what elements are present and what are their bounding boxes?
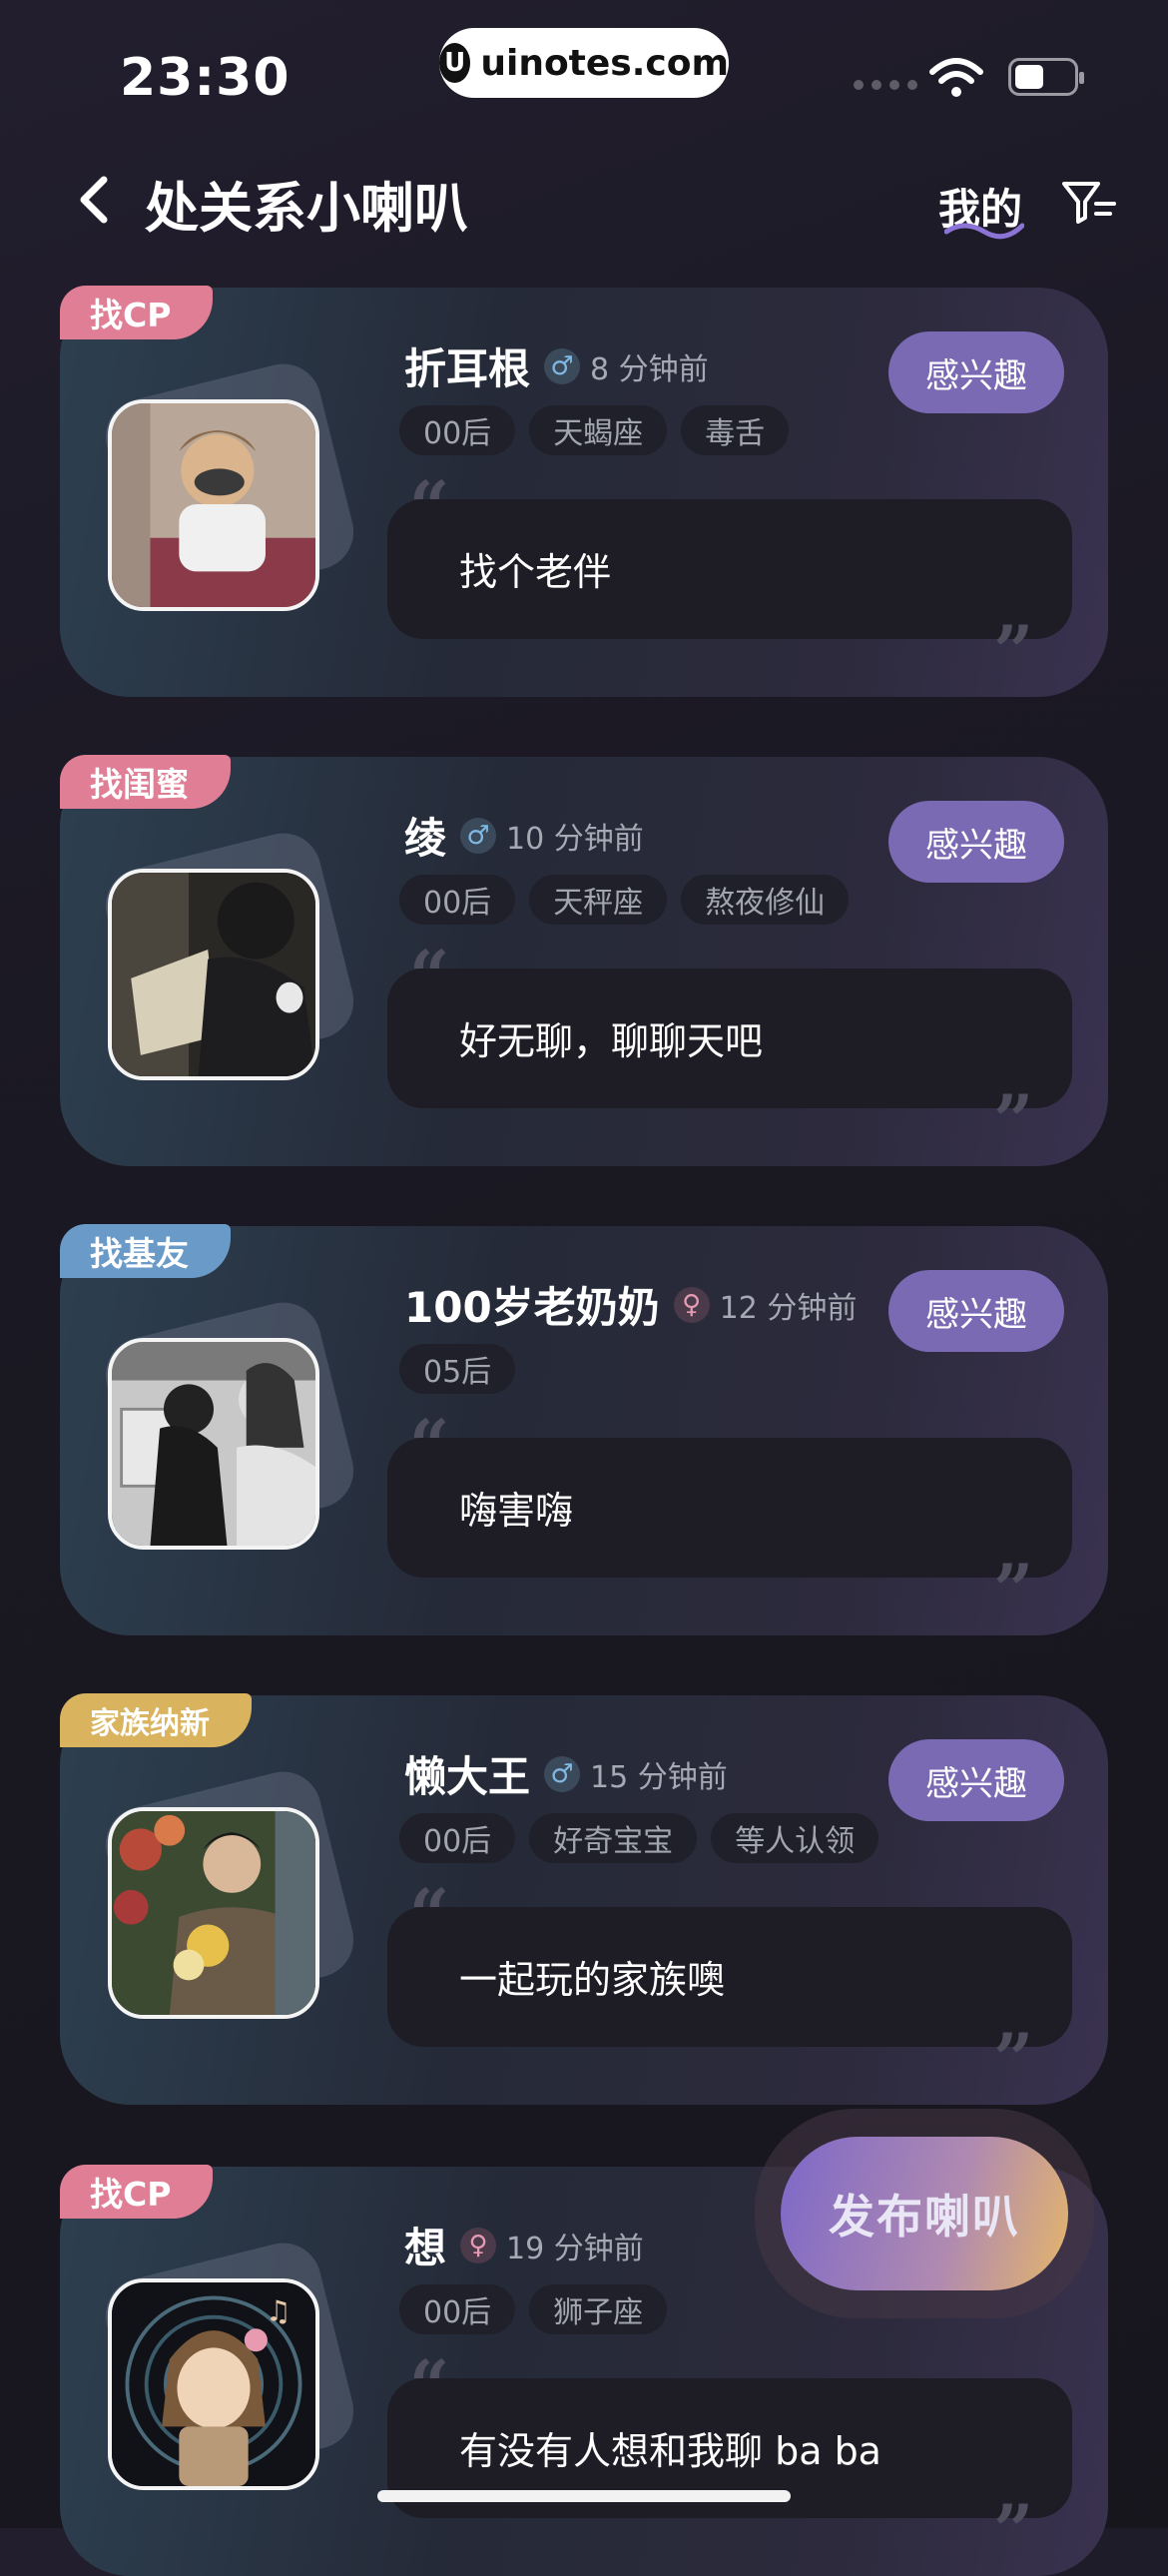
user-info: 折耳根 ♂ 8 分钟前 <box>404 335 709 396</box>
avatar-image <box>112 1342 315 1546</box>
user-info: 懒大王 ♂ 15 分钟前 <box>404 1743 728 1804</box>
tag-pill: 00后 <box>399 1813 516 1863</box>
chevron-left-icon[interactable] <box>70 172 120 228</box>
tag-pill: 00后 <box>399 2284 516 2334</box>
watermark-logo-icon: U <box>439 43 471 83</box>
post-time: 10 分钟前 <box>506 821 644 857</box>
tag-pill: 00后 <box>399 405 516 455</box>
post-time: 15 分钟前 <box>590 1759 728 1795</box>
user-name[interactable]: 想 <box>404 2215 446 2275</box>
post-tag: 家族纳新 <box>60 1693 252 1747</box>
close-quote-icon: ” <box>993 2489 1034 2572</box>
avatar-image <box>112 1811 315 2015</box>
male-icon: ♂ <box>544 347 581 384</box>
post-card[interactable]: 找CP 折耳根 ♂ 8 分钟前 00后 天蝎座 毒舌 感兴趣 “ 找个老伴 ” <box>60 286 1108 697</box>
interest-button[interactable]: 感兴趣 <box>888 801 1064 883</box>
female-icon: ♀ <box>460 2227 497 2263</box>
tag-pill: 毒舌 <box>681 405 790 455</box>
open-quote-icon: “ <box>409 1873 450 1956</box>
battery-icon <box>1008 58 1084 96</box>
avatar[interactable] <box>108 1338 319 1550</box>
user-info: 100岁老奶奶 ♀ 12 分钟前 <box>404 1274 857 1335</box>
post-card[interactable]: 找基友 100岁老奶奶 ♀ 12 分钟前 05后 感兴趣 “ 嗨害嗨 ” <box>60 1224 1108 1635</box>
post-message: 嗨害嗨 <box>459 1489 574 1533</box>
filter-icon[interactable] <box>1058 174 1118 230</box>
post-tag: 找CP <box>60 2165 214 2219</box>
svg-text:♫: ♫ <box>266 2293 292 2327</box>
tag-pill: 熬夜修仙 <box>681 875 850 925</box>
close-quote-icon: ” <box>993 1079 1034 1162</box>
post-time: 12 分钟前 <box>719 1290 858 1326</box>
open-quote-icon: “ <box>409 935 450 1017</box>
post-card[interactable]: 家族纳新 懒大王 ♂ 15 分钟前 00后 好奇宝宝 等人认领 感兴趣 “ 一起… <box>60 1693 1108 2105</box>
open-quote-icon: “ <box>409 2344 450 2427</box>
watermark-badge: U uinotes.com <box>439 28 729 98</box>
tag-list: 00后 天秤座 熬夜修仙 <box>399 875 850 925</box>
user-name[interactable]: 100岁老奶奶 <box>404 1274 660 1335</box>
wifi-icon <box>929 58 983 97</box>
home-indicator <box>377 2490 791 2502</box>
swash-decoration <box>944 223 1024 240</box>
user-info: 绫 ♂ 10 分钟前 <box>404 805 644 866</box>
post-message: 一起玩的家族噢 <box>459 1958 726 2002</box>
tag-list: 00后 狮子座 <box>399 2284 668 2334</box>
close-quote-icon: ” <box>993 1549 1034 1631</box>
nav-bar: 处关系小喇叭 我的 <box>0 150 1168 250</box>
user-name[interactable]: 绫 <box>404 805 446 866</box>
status-time: 23:30 <box>120 48 291 108</box>
tag-list: 00后 天蝎座 毒舌 <box>399 405 790 455</box>
male-icon: ♂ <box>460 817 497 854</box>
status-bar: 23:30 U uinotes.com <box>0 0 1168 150</box>
open-quote-icon: “ <box>409 465 450 548</box>
post-message: 有没有人想和我聊 ba ba <box>459 2429 881 2473</box>
interest-button[interactable]: 感兴趣 <box>888 1270 1064 1352</box>
user-name[interactable]: 懒大王 <box>404 1743 530 1804</box>
tag-pill: 好奇宝宝 <box>529 1813 698 1863</box>
tag-pill: 等人认领 <box>711 1813 879 1863</box>
post-tag: 找基友 <box>60 1224 231 1278</box>
tag-pill: 天秤座 <box>529 875 668 925</box>
male-icon: ♂ <box>544 1755 581 1792</box>
avatar-image <box>112 403 315 607</box>
watermark-text: uinotes.com <box>480 42 729 84</box>
open-quote-icon: “ <box>409 1404 450 1487</box>
avatar[interactable] <box>108 1807 319 2019</box>
tag-list: 05后 <box>399 1344 516 1394</box>
post-tag: 找闺蜜 <box>60 755 231 809</box>
interest-button[interactable]: 感兴趣 <box>888 1739 1064 1821</box>
post-message: 找个老伴 <box>459 550 612 594</box>
avatar-image <box>112 873 315 1076</box>
post-card[interactable]: 找闺蜜 绫 ♂ 10 分钟前 00后 天秤座 熬夜修仙 感兴趣 “ 好无聊，聊聊… <box>60 755 1108 1166</box>
avatar-image: ♫ <box>112 2282 315 2486</box>
avatar[interactable]: ♫ <box>108 2278 319 2490</box>
user-name[interactable]: 折耳根 <box>404 335 530 396</box>
post-time: 19 分钟前 <box>506 2231 644 2266</box>
tag-list: 00后 好奇宝宝 等人认领 <box>399 1813 879 1863</box>
close-quote-icon: ” <box>993 2018 1034 2101</box>
avatar[interactable] <box>108 399 319 611</box>
close-quote-icon: ” <box>993 610 1034 693</box>
post-message: 好无聊，聊聊天吧 <box>459 1019 764 1063</box>
publish-button[interactable]: 发布喇叭 <box>781 2137 1068 2290</box>
post-tag: 找CP <box>60 286 214 339</box>
female-icon: ♀ <box>673 1286 710 1323</box>
tag-pill: 狮子座 <box>529 2284 668 2334</box>
avatar[interactable] <box>108 869 319 1080</box>
post-time: 8 分钟前 <box>590 351 709 387</box>
interest-button[interactable]: 感兴趣 <box>888 331 1064 413</box>
tag-pill: 05后 <box>399 1344 516 1394</box>
signal-icon <box>854 80 917 90</box>
tag-pill: 天蝎座 <box>529 405 668 455</box>
page-title: 处关系小喇叭 <box>145 177 468 240</box>
tag-pill: 00后 <box>399 875 516 925</box>
user-info: 想 ♀ 19 分钟前 <box>404 2215 644 2275</box>
